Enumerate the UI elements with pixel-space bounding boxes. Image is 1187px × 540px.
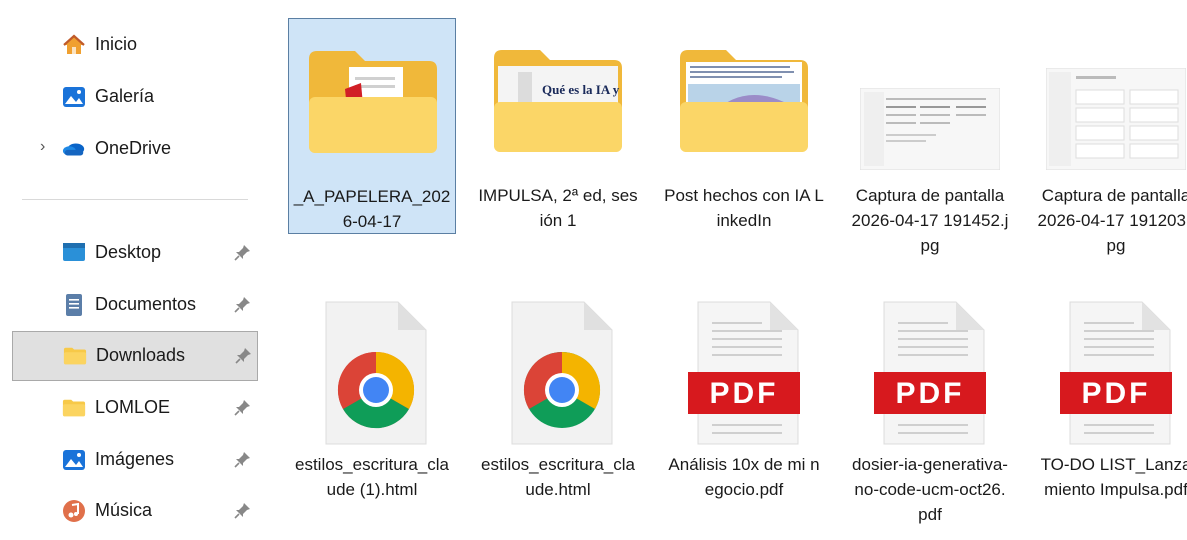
onedrive-icon bbox=[62, 137, 86, 161]
chevron-right-icon[interactable]: › bbox=[40, 138, 45, 156]
file-name: estilos_escritura_claude.html bbox=[480, 455, 635, 499]
sidebar-item-label: Inicio bbox=[95, 34, 138, 54]
gallery-icon bbox=[62, 85, 86, 109]
sidebar-item-label: OneDrive bbox=[95, 138, 172, 158]
sidebar-item-label: Desktop bbox=[95, 242, 162, 262]
file-name: dosier-ia-generativa-no-code-ucm-oct26.p… bbox=[852, 455, 1008, 524]
sidebar-item-label: Imágenes bbox=[95, 449, 175, 469]
sidebar-divider bbox=[22, 199, 248, 200]
desktop-icon bbox=[62, 241, 86, 265]
file-item-pdf[interactable]: PDF dosier-ia-generativa-no-code-ucm-oct… bbox=[846, 292, 1014, 532]
pin-icon[interactable] bbox=[235, 346, 253, 364]
file-grid: _A_PAPELERA_2026-04-17 Qué es la IA y IM… bbox=[262, 0, 1187, 540]
sidebar-item-downloads[interactable]: Downloads bbox=[12, 331, 258, 381]
sidebar-item-documentos[interactable]: Documentos bbox=[12, 281, 258, 329]
sidebar-item-label: Documentos bbox=[95, 294, 197, 314]
sidebar-item-desktop[interactable]: Desktop bbox=[12, 229, 258, 277]
pin-icon[interactable] bbox=[234, 501, 252, 519]
file-name: TO-DO LIST_Lanzamiento Impulsa.pdf bbox=[1040, 455, 1187, 499]
file-item-pdf[interactable]: PDF Análisis 10x de mi negocio.pdf bbox=[660, 292, 828, 512]
image-thumbnail bbox=[1046, 68, 1186, 170]
sidebar-item-musica[interactable]: Música bbox=[12, 487, 258, 535]
file-item-folder[interactable]: _A_PAPELERA_2026-04-17 bbox=[288, 18, 456, 234]
file-item-image[interactable]: Captura de pantalla 2026-04-17 191203.jp… bbox=[1032, 18, 1187, 280]
sidebar-item-label: LOMLOE bbox=[95, 397, 171, 417]
pictures-icon bbox=[62, 448, 86, 472]
file-item-html[interactable]: estilos_escritura_claude (1).html bbox=[288, 292, 456, 512]
file-name: IMPULSA, 2ª ed, sesión 1 bbox=[478, 186, 638, 230]
documents-icon bbox=[62, 293, 86, 317]
file-item-html[interactable]: estilos_escritura_claude.html bbox=[474, 292, 642, 512]
file-name: estilos_escritura_claude (1).html bbox=[294, 455, 449, 499]
file-item-pdf[interactable]: PDF TO-DO LIST_Lanzamiento Impulsa.pdf bbox=[1032, 292, 1187, 532]
sidebar-item-label: Galería bbox=[95, 86, 155, 106]
file-item-image[interactable]: Captura de pantalla 2026-04-17 191452.jp… bbox=[846, 18, 1014, 280]
pin-icon[interactable] bbox=[234, 243, 252, 261]
file-name: Captura de pantalla 2026-04-17 191203.jp… bbox=[1037, 186, 1187, 255]
folder-icon: Qué es la IA y bbox=[494, 50, 622, 152]
folder-icon bbox=[680, 50, 808, 152]
pdf-badge: PDF bbox=[710, 377, 779, 410]
sidebar-item-imagenes[interactable]: Imágenes bbox=[12, 436, 258, 484]
pin-icon[interactable] bbox=[234, 295, 252, 313]
pdf-file-icon: PDF bbox=[688, 301, 800, 445]
preview-text: Qué es la IA y bbox=[542, 82, 620, 97]
folder-icon bbox=[309, 51, 437, 153]
folder-icon bbox=[63, 344, 87, 368]
chrome-html-file-icon bbox=[325, 301, 427, 445]
file-name: _A_PAPELERA_2026-04-17 bbox=[293, 187, 451, 231]
pdf-file-icon: PDF bbox=[874, 301, 986, 445]
file-name: Captura de pantalla 2026-04-17 191452.jp… bbox=[851, 186, 1009, 255]
folder-icon bbox=[62, 396, 86, 420]
file-item-folder[interactable]: Qué es la IA y IMPULSA, 2ª ed, sesión 1 bbox=[474, 18, 642, 234]
pin-icon[interactable] bbox=[234, 398, 252, 416]
sidebar-item-inicio[interactable]: Inicio bbox=[12, 21, 258, 69]
music-icon bbox=[62, 499, 86, 523]
file-item-folder[interactable]: Post hechos con IA LinkedIn bbox=[660, 18, 828, 234]
sidebar-item-onedrive[interactable]: › OneDrive bbox=[12, 125, 258, 173]
sidebar-item-label: Downloads bbox=[96, 345, 186, 365]
file-name: Post hechos con IA LinkedIn bbox=[664, 186, 824, 230]
pdf-file-icon: PDF bbox=[1060, 301, 1172, 445]
navigation-pane: Inicio Galería › OneDrive Desktop Docume… bbox=[0, 0, 262, 540]
pin-icon[interactable] bbox=[234, 450, 252, 468]
chrome-html-file-icon bbox=[511, 301, 613, 445]
file-name: Análisis 10x de mi negocio.pdf bbox=[668, 455, 820, 499]
pdf-badge: PDF bbox=[896, 377, 965, 410]
sidebar-item-galeria[interactable]: Galería bbox=[12, 73, 258, 121]
sidebar-item-lomloe[interactable]: LOMLOE bbox=[12, 384, 258, 432]
home-icon bbox=[62, 33, 86, 57]
pdf-badge: PDF bbox=[1082, 377, 1151, 410]
sidebar-item-label: Música bbox=[95, 500, 153, 520]
image-thumbnail bbox=[860, 88, 1000, 170]
